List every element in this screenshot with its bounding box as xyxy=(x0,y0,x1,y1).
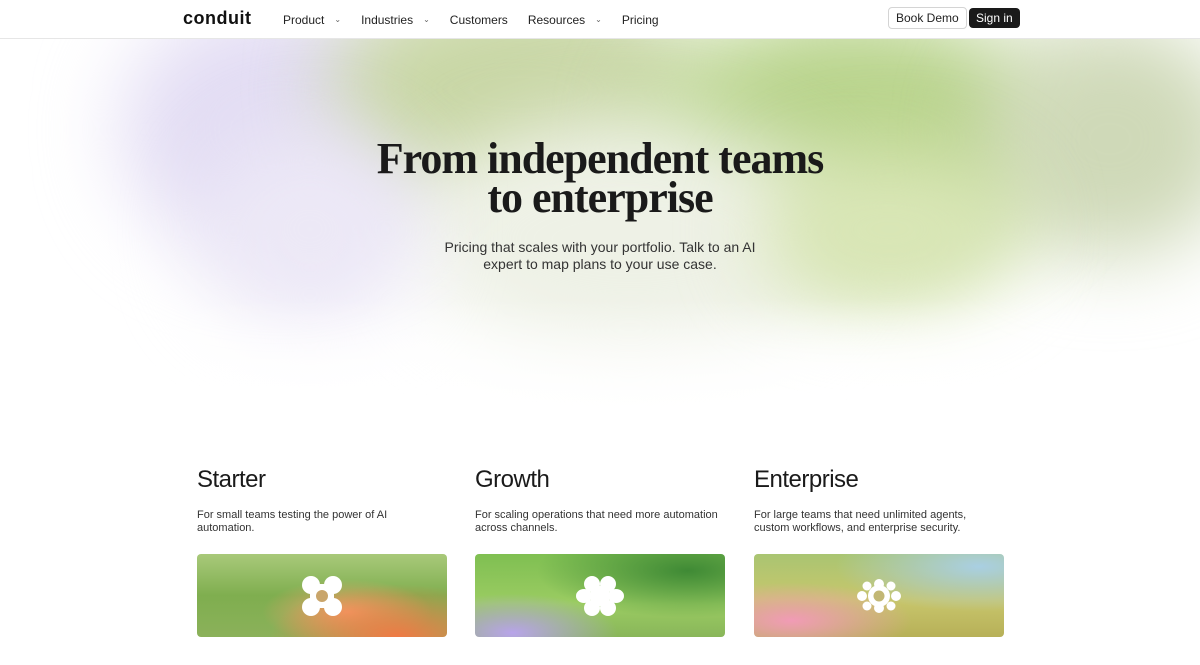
plan-image xyxy=(754,554,1004,637)
nav-item-label: Pricing xyxy=(621,12,659,27)
nav-item-label: Resources xyxy=(527,12,586,27)
nav-item-label: Industries xyxy=(361,12,414,27)
four-petal-icon xyxy=(302,575,342,616)
nav-item-industries[interactable]: Industries ⌄ xyxy=(361,13,430,27)
hero-title: From independent teams to enterprise xyxy=(376,134,825,222)
plan-description: For small teams testing the power of AI … xyxy=(197,509,388,534)
logo[interactable]: conduit xyxy=(183,8,252,29)
hero-fade xyxy=(0,299,1200,419)
plan-name: Growth xyxy=(475,466,550,493)
nav-item-customers[interactable]: Customers xyxy=(450,13,508,27)
top-nav: conduit Product ⌄ Industries ⌄ Customers… xyxy=(0,0,1200,39)
chevron-down-icon: ⌄ xyxy=(595,15,602,24)
chevron-down-icon: ⌄ xyxy=(423,15,430,24)
plan-description: For scaling operations that need more au… xyxy=(475,509,718,534)
plan-name: Starter xyxy=(197,466,266,493)
nav-item-label: Product xyxy=(283,12,325,27)
six-petal-icon xyxy=(576,575,624,616)
plan-growth: Growth For scaling operations that need … xyxy=(475,465,725,637)
nav-item-product[interactable]: Product ⌄ xyxy=(283,13,341,27)
plan-image xyxy=(475,554,725,637)
eight-petal-icon xyxy=(857,578,901,613)
plan-image xyxy=(197,554,447,637)
hero-section: From independent teams to enterprise Pri… xyxy=(0,39,1200,419)
sign-in-button[interactable]: Sign in xyxy=(969,8,1020,28)
nav-item-pricing[interactable]: Pricing xyxy=(622,13,659,27)
nav-item-resources[interactable]: Resources ⌄ xyxy=(528,13,602,27)
plan-starter: Starter For small teams testing the powe… xyxy=(197,465,447,637)
plan-name: Enterprise xyxy=(754,466,859,493)
chevron-down-icon: ⌄ xyxy=(334,15,342,24)
nav-links: Product ⌄ Industries ⌄ Customers Resourc… xyxy=(283,0,659,39)
book-demo-button[interactable]: Book Demo xyxy=(888,7,967,29)
nav-item-label: Customers xyxy=(449,12,508,27)
plan-description: For large teams that need unlimited agen… xyxy=(754,509,967,534)
plan-enterprise: Enterprise For large teams that need unl… xyxy=(754,465,1004,637)
hero-subtitle: Pricing that scales with your portfolio.… xyxy=(444,239,756,272)
